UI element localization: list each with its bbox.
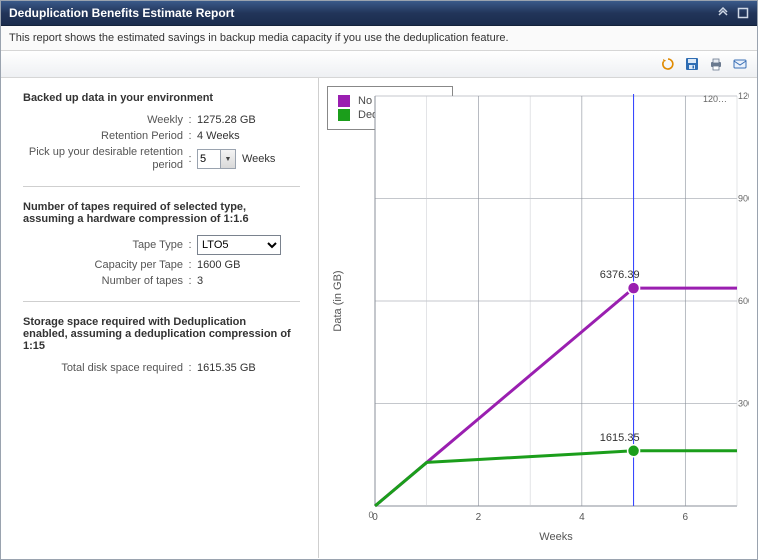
email-button[interactable] — [729, 53, 751, 75]
svg-text:0: 0 — [372, 512, 378, 523]
save-button[interactable] — [681, 53, 703, 75]
print-icon — [708, 56, 724, 72]
retention-input[interactable] — [198, 150, 220, 168]
tape-type-label: Tape Type — [23, 239, 183, 251]
svg-text:2: 2 — [476, 512, 482, 523]
svg-text:120…: 120… — [703, 94, 727, 104]
svg-text:4: 4 — [579, 512, 585, 523]
retention-value: 4 Weeks — [197, 130, 240, 142]
divider — [23, 301, 300, 302]
svg-text:6000: 6000 — [738, 296, 749, 306]
chart: 0300060009000120000246Data (in GB)Weeks6… — [319, 86, 751, 550]
email-icon — [732, 56, 748, 72]
retention-label: Retention Period — [23, 130, 183, 142]
chart-panel: No Deduplication Deduplication 030006000… — [319, 78, 757, 558]
dedup-section-title: Storage space required with Deduplicatio… — [23, 316, 293, 352]
maximize-icon[interactable] — [735, 5, 751, 21]
tape-type-select[interactable]: LTO5 — [197, 235, 281, 255]
retention-unit: Weeks — [242, 153, 275, 165]
capacity-label: Capacity per Tape — [23, 259, 183, 271]
tapes-section-title: Number of tapes required of selected typ… — [23, 201, 293, 225]
print-button[interactable] — [705, 53, 727, 75]
titlebar: Deduplication Benefits Estimate Report — [1, 1, 757, 26]
total-space-label: Total disk space required — [23, 362, 183, 374]
window-title: Deduplication Benefits Estimate Report — [9, 6, 711, 20]
svg-text:Data (in GB): Data (in GB) — [332, 270, 344, 331]
svg-text:3000: 3000 — [738, 399, 749, 409]
weekly-label: Weekly — [23, 114, 183, 126]
retention-spinner[interactable]: ▼ — [197, 149, 236, 169]
svg-text:1615.35: 1615.35 — [600, 432, 640, 444]
backup-section-title: Backed up data in your environment — [23, 92, 300, 104]
svg-text:Weeks: Weeks — [539, 531, 573, 543]
content: Backed up data in your environment Weekl… — [1, 78, 757, 558]
svg-text:6: 6 — [683, 512, 689, 523]
chevron-down-icon[interactable]: ▼ — [220, 150, 235, 168]
tape-count-label: Number of tapes — [23, 275, 183, 287]
tape-count-value: 3 — [197, 275, 203, 287]
capacity-value: 1600 GB — [197, 259, 240, 271]
collapse-icon[interactable] — [715, 5, 731, 21]
refresh-icon — [660, 56, 676, 72]
svg-text:6376.39: 6376.39 — [600, 269, 640, 281]
weekly-value: 1275.28 GB — [197, 114, 256, 126]
svg-text:9000: 9000 — [738, 194, 749, 204]
report-window: Deduplication Benefits Estimate Report T… — [0, 0, 758, 560]
total-space-value: 1615.35 GB — [197, 362, 256, 374]
toolbar — [1, 51, 757, 78]
refresh-button[interactable] — [657, 53, 679, 75]
report-description: This report shows the estimated savings … — [1, 26, 757, 51]
svg-text:12000: 12000 — [738, 91, 749, 101]
left-panel: Backed up data in your environment Weekl… — [1, 78, 319, 558]
divider — [23, 186, 300, 187]
save-icon — [684, 56, 700, 72]
pick-retention-label: Pick up your desirable retention period — [23, 146, 183, 172]
